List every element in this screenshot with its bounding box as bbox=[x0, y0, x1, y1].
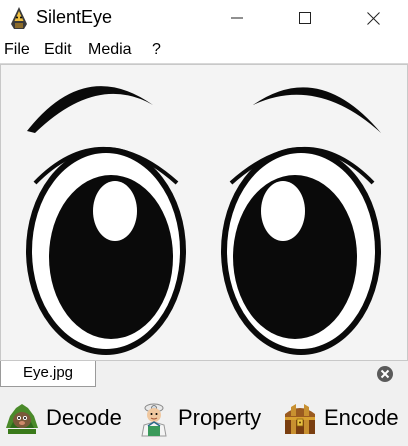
decode-label: Decode bbox=[46, 405, 122, 430]
action-bar: Decode Property Encode bbox=[0, 390, 408, 446]
close-icon bbox=[366, 11, 380, 25]
maximize-icon bbox=[299, 12, 311, 24]
menu-media[interactable]: Media bbox=[88, 40, 132, 60]
hooded-figure-icon bbox=[11, 7, 27, 29]
property-button[interactable]: Property bbox=[134, 398, 272, 438]
menu-help[interactable]: ? bbox=[152, 40, 161, 60]
property-label: Property bbox=[178, 405, 262, 430]
image-viewer[interactable] bbox=[0, 64, 408, 361]
window-title: SilentEye bbox=[36, 7, 113, 27]
menu-edit[interactable]: Edit bbox=[44, 40, 72, 60]
decode-mole-icon bbox=[6, 404, 38, 434]
encode-label: Encode bbox=[324, 405, 399, 430]
title-bar: SilentEye bbox=[0, 0, 408, 36]
tab-close-icon[interactable] bbox=[376, 365, 394, 383]
minimize-button[interactable] bbox=[210, 0, 264, 36]
tab-strip: Eye.jpg bbox=[0, 361, 408, 388]
encode-treasure-chest-icon bbox=[285, 404, 315, 434]
decode-button[interactable]: Decode bbox=[2, 398, 122, 438]
property-doctor-icon bbox=[141, 403, 167, 437]
maximize-button[interactable] bbox=[278, 0, 332, 36]
tab-eye-jpg[interactable]: Eye.jpg bbox=[0, 361, 96, 387]
menu-file[interactable]: File bbox=[4, 40, 30, 60]
encode-button[interactable]: Encode bbox=[280, 398, 399, 438]
minimize-icon bbox=[231, 17, 243, 19]
eyes-image bbox=[1, 65, 407, 360]
close-button[interactable] bbox=[346, 0, 400, 36]
menu-bar: File Edit Media ? bbox=[0, 36, 408, 64]
